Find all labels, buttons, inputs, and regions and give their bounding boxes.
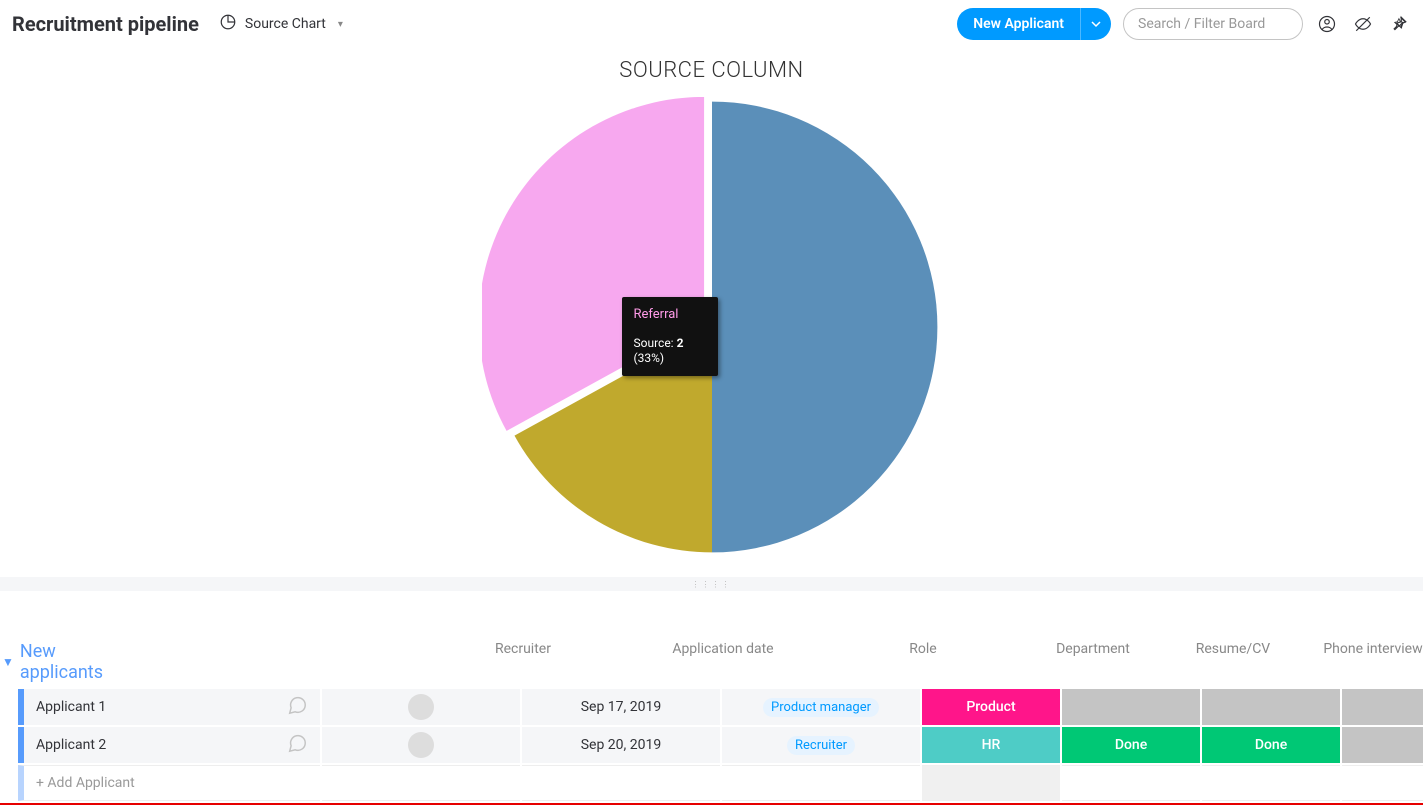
applicant-name: Applicant 2: [36, 737, 106, 753]
department-cell[interactable]: HR: [922, 727, 1060, 763]
col-role[interactable]: Role: [823, 641, 1023, 657]
view-switcher[interactable]: Source Chart ▾: [211, 9, 351, 39]
resume-cell[interactable]: [1062, 689, 1200, 725]
role-cell[interactable]: Recruiter: [722, 727, 920, 763]
add-applicant-row[interactable]: + Add Applicant: [18, 765, 1423, 801]
col-department[interactable]: Department: [1023, 641, 1163, 657]
eye-off-icon[interactable]: [1351, 12, 1375, 36]
new-applicant-dropdown[interactable]: [1080, 8, 1111, 40]
group-name[interactable]: New applicants: [20, 641, 103, 683]
recruiter-cell[interactable]: [322, 689, 520, 725]
col-application-date[interactable]: Application date: [623, 641, 823, 657]
recruiter-cell[interactable]: [322, 727, 520, 763]
avatar: [408, 732, 434, 758]
department-cell[interactable]: Product: [922, 689, 1060, 725]
new-applicant-button[interactable]: New Applicant: [957, 8, 1080, 40]
inperson-cell[interactable]: [1342, 727, 1423, 763]
pie-chart-icon: [219, 13, 237, 35]
resume-cell[interactable]: Done: [1062, 727, 1200, 763]
col-phone[interactable]: Phone interview: [1303, 641, 1423, 657]
tooltip-label: Referral: [634, 307, 706, 322]
inperson-cell[interactable]: [1342, 689, 1423, 725]
avatar: [408, 694, 434, 720]
row-name-cell[interactable]: Applicant 1: [18, 689, 320, 725]
pie-chart[interactable]: Referral Source: 2 (33%): [482, 97, 942, 557]
board-title[interactable]: Recruitment pipeline: [12, 12, 199, 36]
date-cell[interactable]: Sep 20, 2019: [522, 727, 720, 763]
chart-tooltip: Referral Source: 2 (33%): [622, 297, 718, 376]
chevron-down-icon: ▾: [338, 19, 343, 30]
applicant-name: Applicant 1: [36, 699, 106, 715]
pin-icon[interactable]: [1387, 12, 1411, 36]
columns-header: Recruiter Application date Role Departme…: [103, 641, 1423, 657]
chart-title: SOURCE COLUMN: [0, 58, 1423, 83]
chat-icon[interactable]: [286, 732, 308, 758]
group-collapse-icon[interactable]: ▼: [2, 655, 14, 669]
table-row: Applicant 2 Sep 20, 2019 Recruiter HR Do…: [18, 727, 1423, 763]
phone-cell[interactable]: [1202, 689, 1340, 725]
add-applicant-input[interactable]: + Add Applicant: [18, 765, 320, 801]
resize-handle[interactable]: ⋮⋮⋮⋮: [0, 577, 1423, 591]
new-applicant-button-group: New Applicant: [957, 8, 1111, 40]
row-name-cell[interactable]: Applicant 2: [18, 727, 320, 763]
phone-cell[interactable]: Done: [1202, 727, 1340, 763]
search-input[interactable]: Search / Filter Board: [1123, 8, 1303, 40]
table-row: Applicant 1 Sep 17, 2019 Product manager…: [18, 689, 1423, 725]
person-icon[interactable]: [1315, 12, 1339, 36]
col-recruiter[interactable]: Recruiter: [423, 641, 623, 657]
chat-icon[interactable]: [286, 694, 308, 720]
col-resume[interactable]: Resume/CV: [1163, 641, 1303, 657]
view-name: Source Chart: [245, 16, 326, 32]
role-cell[interactable]: Product manager: [722, 689, 920, 725]
date-cell[interactable]: Sep 17, 2019: [522, 689, 720, 725]
pie-slice-online-job-board[interactable]: [712, 102, 937, 553]
